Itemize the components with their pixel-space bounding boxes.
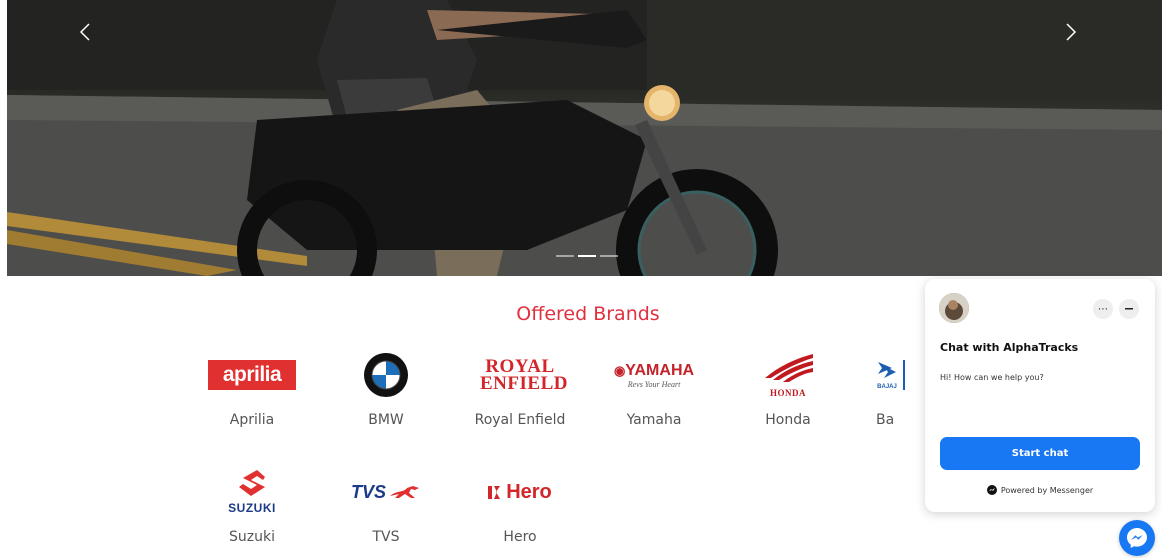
brand-yamaha[interactable]: ◉YAMAHA Revs Your Heart Yamaha: [599, 349, 709, 429]
carousel-prev-button[interactable]: [79, 22, 109, 54]
chevron-left-icon: [79, 23, 90, 41]
tvs-horse-icon: [390, 486, 419, 498]
carousel-dot-1[interactable]: [556, 255, 574, 257]
powered-by-messenger[interactable]: Powered by Messenger: [925, 485, 1155, 495]
more-options-icon: ⋯: [1098, 303, 1108, 315]
chat-more-button[interactable]: ⋯: [1093, 299, 1113, 319]
brand-bajaj[interactable]: BAJAJ Ba: [858, 349, 914, 428]
brand-hero[interactable]: Hero Hero: [465, 466, 575, 545]
bajaj-logo: BAJAJ: [858, 349, 914, 401]
suzuki-s-icon: [238, 470, 265, 496]
chat-greeting: Hi! How can we help you?: [940, 373, 1044, 382]
brand-name: Ba: [876, 412, 895, 428]
messenger-icon: [986, 485, 997, 495]
yamaha-logo: ◉YAMAHA Revs Your Heart: [613, 361, 695, 389]
brand-name: Royal Enfield: [474, 412, 566, 428]
brand-name: BMW: [368, 412, 404, 428]
brand-royal-enfield[interactable]: ROYAL ENFIELD Royal Enfield: [465, 349, 575, 428]
brand-name: TVS: [372, 529, 400, 545]
carousel-dot-3[interactable]: [600, 255, 618, 257]
honda-wing-icon: [765, 354, 813, 382]
carousel-dot-2[interactable]: [578, 255, 596, 257]
brand-tvs[interactable]: TVS TVS: [331, 466, 441, 545]
brand-name: Honda: [765, 412, 811, 428]
aprilia-logo: aprilia: [197, 349, 307, 401]
brand-honda[interactable]: HONDA Honda: [733, 349, 843, 428]
brand-name: Yamaha: [626, 412, 682, 428]
hero-mark-icon: [488, 486, 501, 499]
honda-logo: HONDA: [733, 349, 843, 401]
hero-motorcycle-image: [7, 0, 1162, 276]
bmw-logo: [331, 349, 441, 401]
messenger-icon: [1127, 528, 1147, 548]
carousel-indicators: [556, 255, 618, 257]
brand-suzuki[interactable]: SUZUKI Suzuki: [197, 466, 307, 545]
brand-name: Aprilia: [229, 412, 275, 428]
chevron-right-icon: [1066, 23, 1077, 41]
brand-bmw[interactable]: BMW: [331, 349, 441, 428]
royal-enfield-logo: ROYAL ENFIELD: [480, 356, 568, 394]
avatar: [939, 293, 969, 323]
chat-title: Chat with AlphaTracks: [940, 341, 1079, 354]
messenger-launcher-button[interactable]: [1119, 520, 1155, 556]
bajaj-symbol-icon: [878, 362, 896, 378]
messenger-chat-card: ⋯ Chat with AlphaTracks Hi! How can we h…: [925, 279, 1155, 512]
suzuki-logo: SUZUKI: [197, 466, 307, 518]
brand-name: Hero: [503, 529, 537, 545]
brand-aprilia[interactable]: aprilia Aprilia: [197, 349, 307, 428]
brand-name: Suzuki: [229, 529, 275, 545]
page: Offered Brands aprilia Aprilia BMW ROYAL…: [0, 0, 1162, 558]
start-chat-button[interactable]: Start chat: [940, 437, 1140, 470]
tvs-logo: TVS: [331, 466, 441, 518]
chat-minimize-button[interactable]: [1119, 299, 1139, 319]
hero-carousel[interactable]: [7, 0, 1162, 276]
minimize-icon: [1125, 308, 1133, 310]
hero-logo: Hero: [465, 466, 575, 518]
carousel-next-button[interactable]: [1065, 22, 1095, 54]
